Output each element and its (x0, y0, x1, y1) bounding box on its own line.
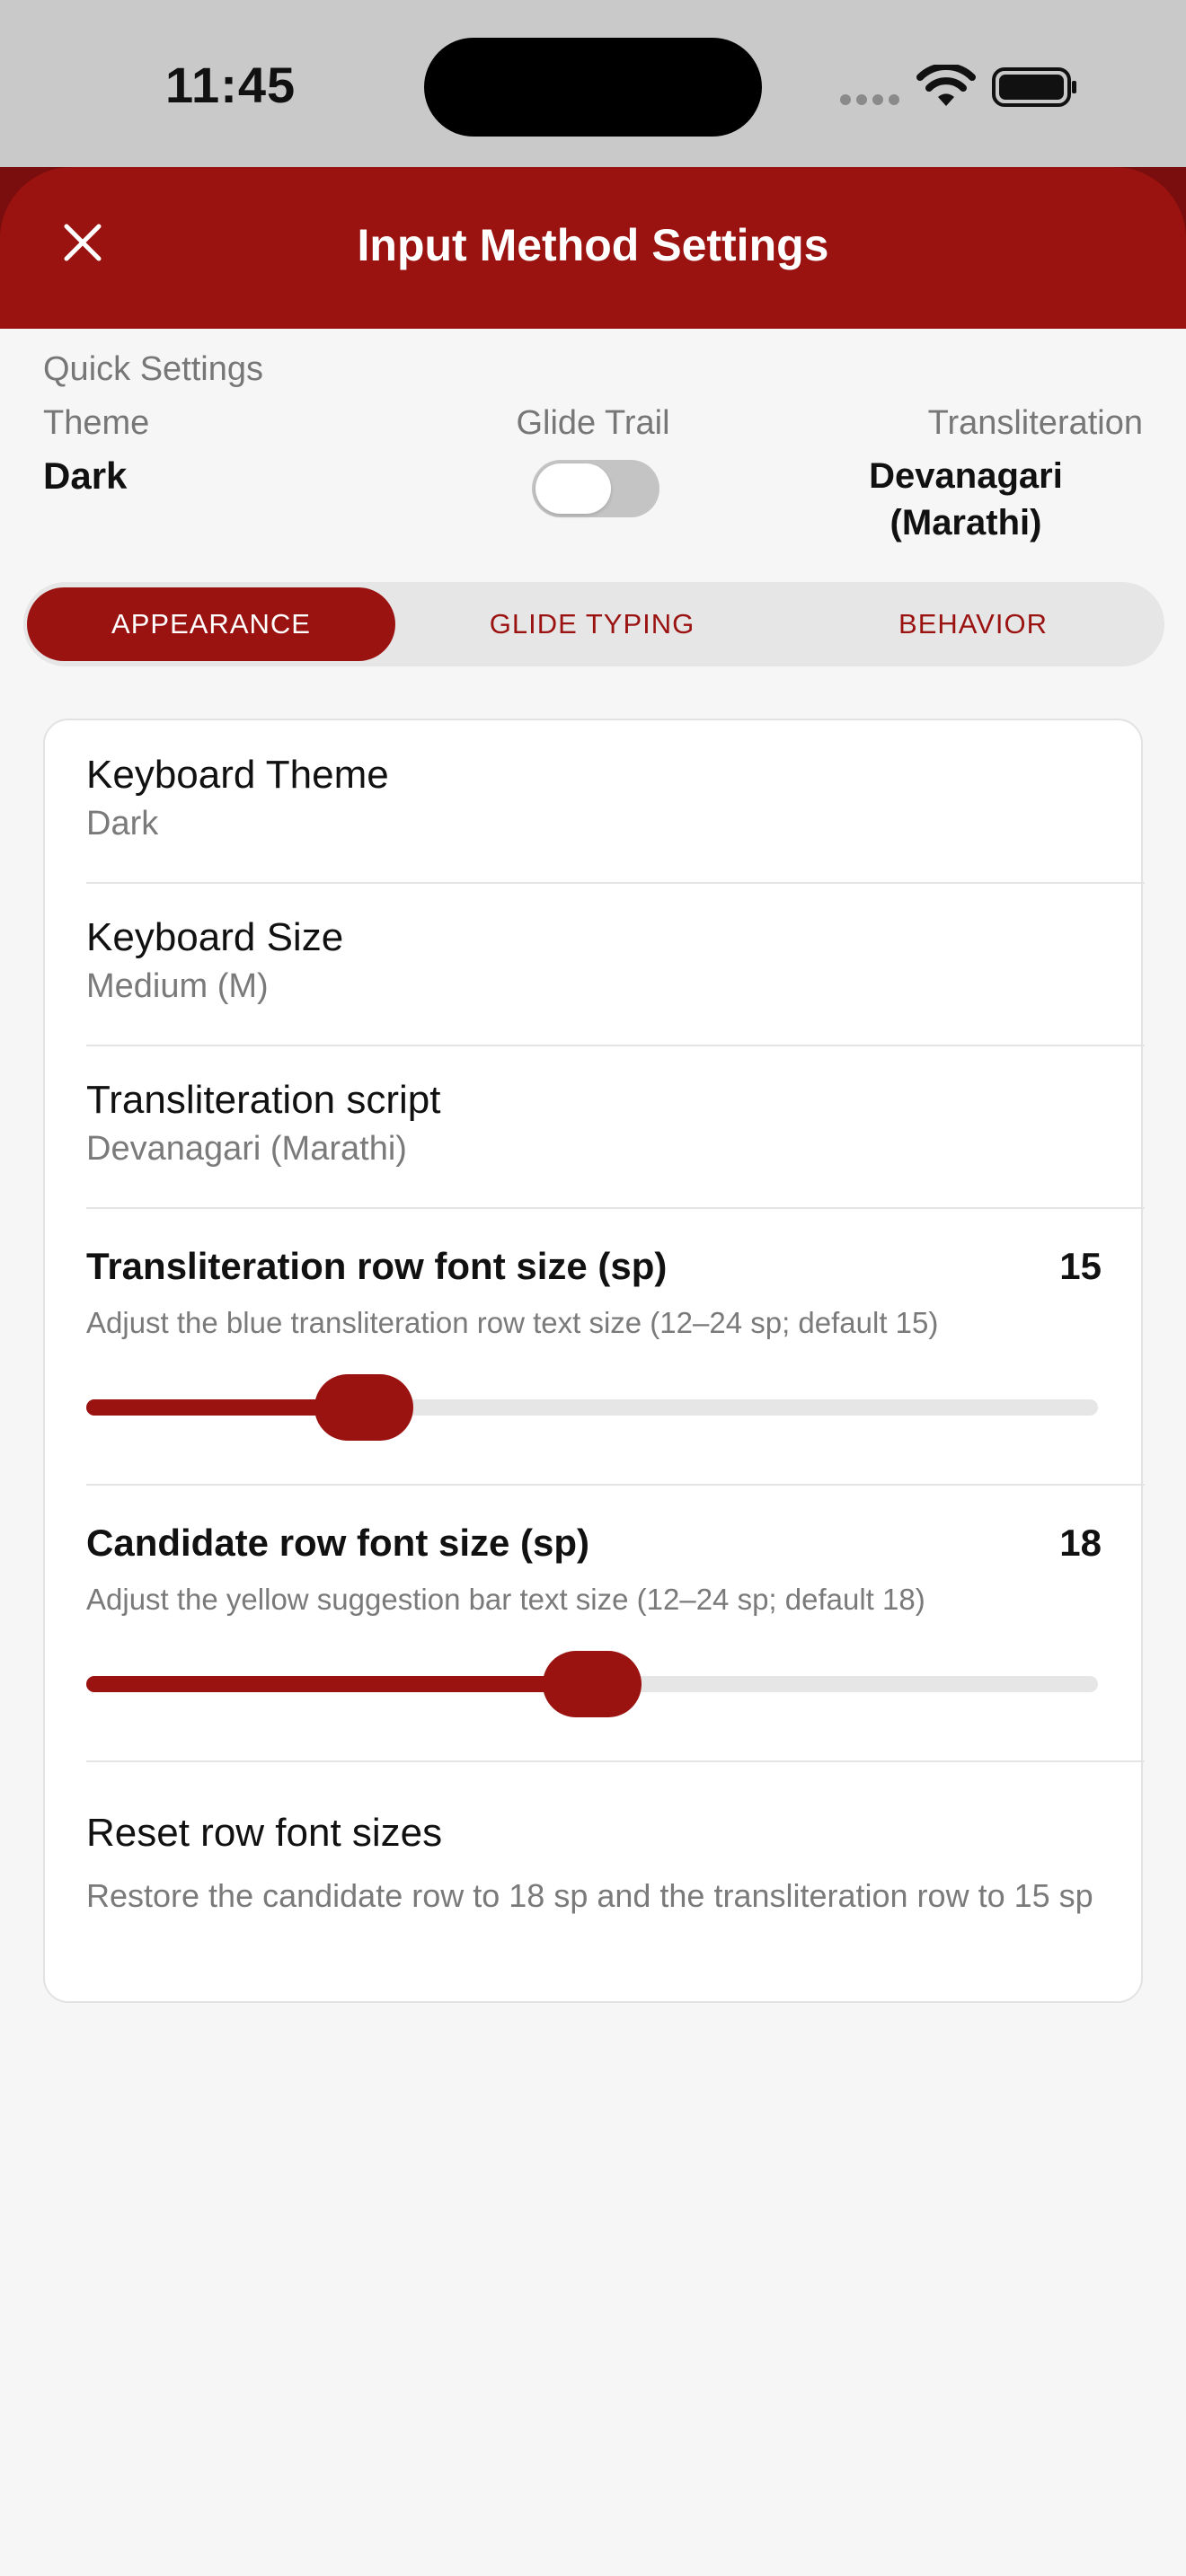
transliteration-font-description: Adjust the blue transliteration row text… (86, 1306, 939, 1339)
candidate-font-row: Candidate row font size (sp) 18 Adjust t… (86, 1522, 1145, 1620)
cellular-signal-icon (840, 94, 899, 105)
divider (86, 1484, 1145, 1486)
transliteration-font-title: Transliteration row font size (sp) (86, 1245, 668, 1287)
keyboard-size-value: Medium (M) (86, 967, 269, 1005)
quick-theme-value[interactable]: Dark (43, 454, 127, 498)
divider (86, 882, 1145, 884)
tab-behavior[interactable]: BEHAVIOR (789, 587, 1157, 661)
page-title: Input Method Settings (357, 220, 829, 270)
status-time: 11:45 (165, 57, 296, 113)
transliteration-script-title: Transliteration script (86, 1078, 441, 1122)
keyboard-size-title: Keyboard Size (86, 915, 344, 959)
keyboard-theme-row[interactable]: Keyboard Theme Dark (86, 753, 1145, 843)
candidate-font-title: Candidate row font size (sp) (86, 1522, 590, 1564)
quick-transliteration-value-line2: (Marathi) (890, 503, 1042, 543)
divider (86, 1760, 1145, 1762)
status-bar: 11:45 (0, 0, 1186, 167)
dynamic-island (424, 38, 762, 137)
wifi-icon (916, 65, 976, 106)
tab-glide-typing[interactable]: GLIDE TYPING (408, 587, 776, 661)
glide-trail-toggle[interactable] (532, 460, 659, 517)
reset-font-sizes-description: Restore the candidate row to 18 sp and t… (86, 1877, 1093, 1914)
transliteration-font-row: Transliteration row font size (sp) 15 Ad… (86, 1245, 1145, 1344)
transliteration-font-value: 15 (1059, 1245, 1102, 1287)
quick-transliteration-value[interactable]: Devanagari (Marathi) (809, 453, 1123, 546)
battery-icon (992, 67, 1076, 107)
header-panel: Input Method Settings (0, 167, 1186, 329)
divider (86, 1207, 1145, 1209)
quick-glide-label: Glide Trail (516, 404, 670, 442)
slider-thumb[interactable] (543, 1651, 642, 1717)
quick-transliteration-label: Transliteration (927, 404, 1143, 442)
slider-fill (86, 1676, 592, 1692)
settings-card: Keyboard Theme Dark Keyboard Size Medium… (43, 719, 1145, 2003)
keyboard-theme-value: Dark (86, 805, 159, 842)
quick-transliteration-value-line1: Devanagari (869, 456, 1063, 496)
reset-font-sizes-title: Reset row font sizes (86, 1811, 443, 1855)
toggle-knob (535, 463, 611, 514)
reset-font-sizes-row[interactable]: Reset row font sizes Restore the candida… (86, 1811, 1145, 1917)
keyboard-theme-title: Keyboard Theme (86, 753, 389, 797)
slider-thumb[interactable] (314, 1374, 413, 1441)
quick-theme-label: Theme (43, 404, 150, 442)
transliteration-font-slider[interactable] (86, 1374, 1098, 1441)
candidate-font-slider[interactable] (86, 1651, 1098, 1717)
keyboard-size-row[interactable]: Keyboard Size Medium (M) (86, 915, 1145, 1006)
candidate-font-value: 18 (1059, 1522, 1102, 1564)
divider (86, 1045, 1145, 1046)
candidate-font-description: Adjust the yellow suggestion bar text si… (86, 1583, 925, 1616)
header-bar: Input Method Settings (0, 167, 1186, 329)
transliteration-script-row[interactable]: Transliteration script Devanagari (Marat… (86, 1078, 1145, 1169)
tab-appearance[interactable]: APPEARANCE (27, 587, 395, 661)
transliteration-script-value: Devanagari (Marathi) (86, 1130, 407, 1168)
tab-bar: APPEARANCE GLIDE TYPING BEHAVIOR (23, 582, 1164, 666)
quick-settings-heading: Quick Settings (43, 350, 263, 388)
